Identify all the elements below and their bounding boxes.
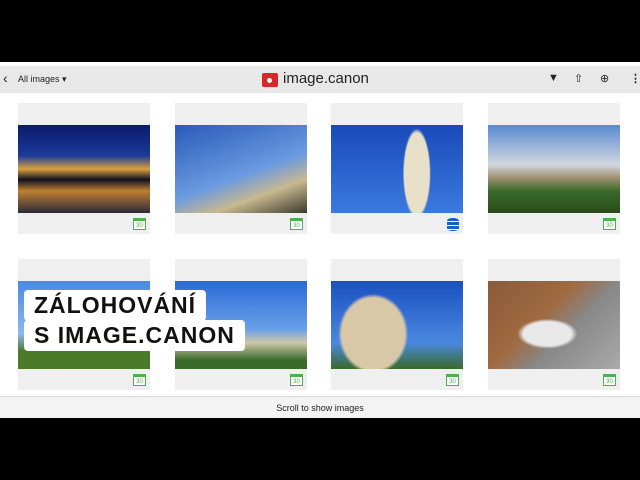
filter-icon[interactable]: ▼: [548, 72, 559, 84]
chevron-left-icon[interactable]: ‹: [3, 70, 8, 86]
calendar-30-icon: 30: [603, 218, 616, 230]
photo-thumbnail: [488, 281, 620, 369]
image-card[interactable]: 30: [175, 103, 307, 234]
photo-thumbnail: [331, 125, 463, 213]
scroll-hint[interactable]: Scroll to show images: [0, 396, 640, 418]
app-name: image.canon: [283, 70, 369, 87]
share-icon[interactable]: ⇧: [574, 72, 583, 85]
photo-thumbnail: [488, 125, 620, 213]
overlay-title-line2: S IMAGE.CANON: [24, 320, 245, 351]
calendar-30-icon: 30: [603, 374, 616, 386]
image-card[interactable]: 30: [331, 259, 463, 390]
database-icon: [447, 218, 459, 231]
image-card[interactable]: 30: [488, 259, 620, 390]
add-icon[interactable]: ⊕: [600, 72, 609, 85]
image-card[interactable]: [331, 103, 463, 234]
image-card[interactable]: 30: [488, 103, 620, 234]
header-bar: ‹ All images ▾ image.canon ▼ ⇧ ⊕ ⋮: [0, 66, 640, 93]
calendar-30-icon: 30: [290, 218, 303, 230]
photo-thumbnail: [331, 281, 463, 369]
camera-cloud-icon: [262, 73, 278, 87]
more-icon[interactable]: ⋮: [630, 72, 640, 85]
album-dropdown[interactable]: All images ▾: [18, 74, 67, 85]
overlay-title-line1: ZÁLOHOVÁNÍ: [24, 290, 207, 321]
photo-thumbnail: [175, 125, 307, 213]
image-card[interactable]: 30: [18, 103, 150, 234]
calendar-30-icon: 30: [133, 218, 146, 230]
photo-thumbnail: [18, 125, 150, 213]
calendar-30-icon: 30: [133, 374, 146, 386]
calendar-30-icon: 30: [290, 374, 303, 386]
app-window: ‹ All images ▾ image.canon ▼ ⇧ ⊕ ⋮ 30 30…: [0, 62, 640, 418]
calendar-30-icon: 30: [446, 374, 459, 386]
app-logo: image.canon: [262, 70, 369, 87]
